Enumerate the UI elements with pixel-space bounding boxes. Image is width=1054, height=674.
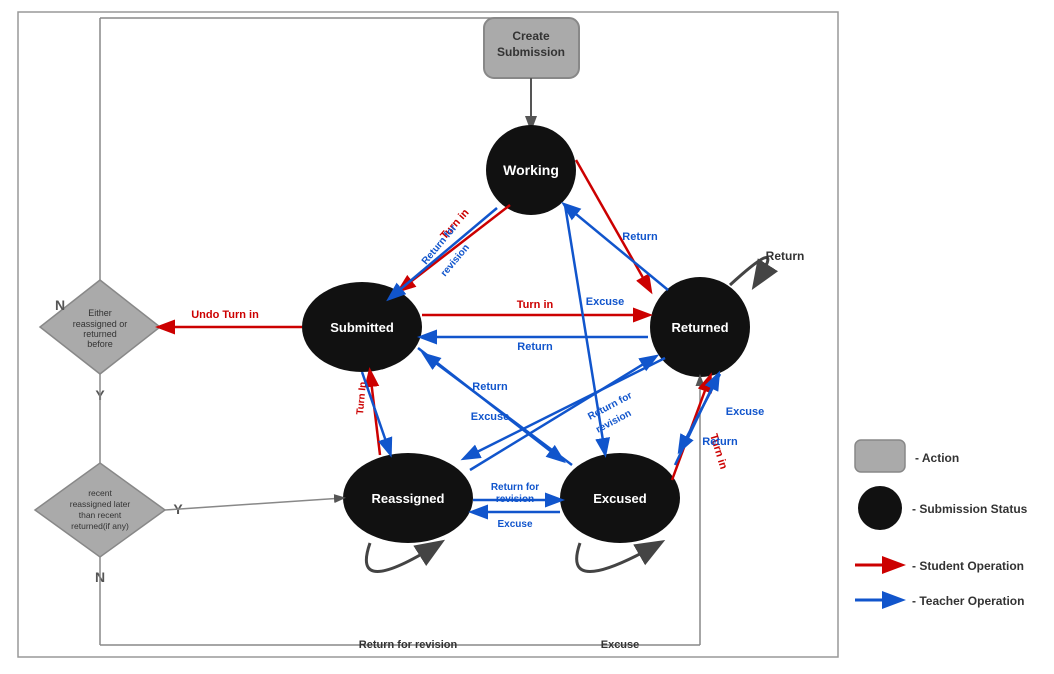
svg-text:Excused: Excused: [593, 491, 647, 506]
svg-text:Excuse: Excuse: [726, 406, 765, 418]
svg-text:Create: Create: [512, 29, 550, 43]
svg-text:Submission: Submission: [497, 45, 565, 59]
svg-text:returned(if any): returned(if any): [71, 521, 129, 531]
svg-text:Returned: Returned: [671, 320, 728, 335]
svg-text:Excuse: Excuse: [586, 296, 625, 308]
legend-teacher-label: - Teacher Operation: [912, 594, 1024, 608]
svg-text:reassigned later: reassigned later: [70, 499, 131, 509]
svg-text:Submitted: Submitted: [330, 320, 394, 335]
svg-text:Return: Return: [622, 231, 658, 243]
svg-text:Excuse: Excuse: [497, 519, 532, 530]
svg-text:Undo Turn in: Undo Turn in: [191, 309, 259, 321]
legend-student-label: - Student Operation: [912, 559, 1024, 573]
svg-text:Return: Return: [472, 381, 508, 393]
svg-text:Return: Return: [517, 341, 553, 353]
svg-text:returned: returned: [83, 329, 117, 339]
svg-text:before: before: [87, 339, 113, 349]
legend-action-label: - Action: [915, 451, 959, 465]
svg-text:Turn in: Turn in: [517, 299, 554, 311]
svg-text:Return for revision: Return for revision: [359, 639, 458, 651]
svg-text:revision: revision: [496, 494, 534, 505]
svg-text:than recent: than recent: [79, 510, 122, 520]
svg-text:Return for: Return for: [491, 482, 539, 493]
legend-status-label: - Submission Status: [912, 502, 1028, 516]
svg-text:Return: Return: [766, 249, 805, 263]
svg-text:Reassigned: Reassigned: [372, 491, 445, 506]
svg-text:N: N: [55, 297, 65, 313]
svg-text:reassigned or: reassigned or: [73, 319, 128, 329]
svg-text:recent: recent: [88, 488, 112, 498]
svg-text:Either: Either: [88, 308, 112, 318]
svg-text:Working: Working: [503, 162, 559, 178]
svg-text:Excuse: Excuse: [601, 639, 640, 651]
svg-text:Return: Return: [702, 436, 738, 448]
